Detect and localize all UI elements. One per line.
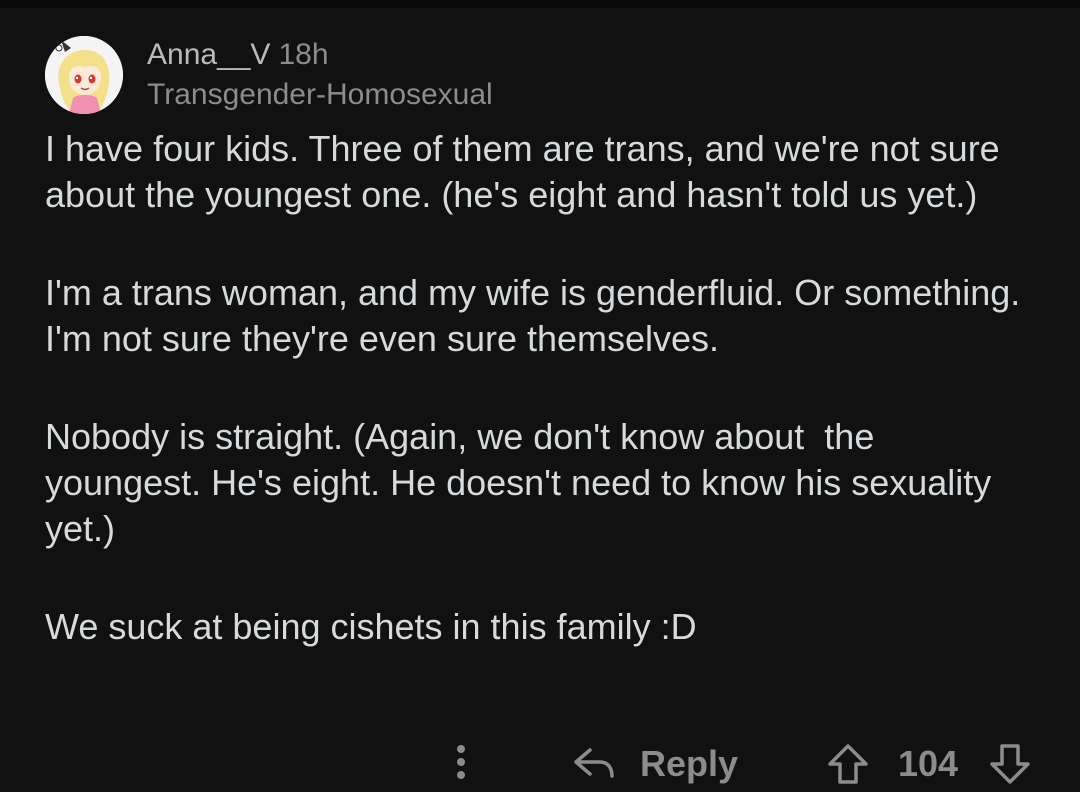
comment: Anna__V 18h Transgender-Homosexual I have… bbox=[0, 8, 1080, 790]
more-vertical-icon bbox=[457, 745, 465, 779]
reply-label: Reply bbox=[640, 743, 739, 784]
comment-paragraph: Nobody is straight. (Again, we don't kno… bbox=[45, 416, 1002, 549]
reply-arrow-icon bbox=[574, 748, 614, 778]
avatar[interactable] bbox=[45, 36, 123, 114]
upvote-arrow-icon bbox=[828, 744, 868, 784]
comment-paragraph: I have four kids. Three of them are tran… bbox=[45, 128, 1010, 215]
author-line: Anna__V 18h bbox=[147, 38, 329, 72]
more-options-button[interactable] bbox=[446, 740, 476, 784]
comment-paragraph: I'm a trans woman, and my wife is gender… bbox=[45, 272, 1031, 359]
vote-count: 104 bbox=[898, 743, 959, 784]
comment-body: I have four kids. Three of them are tran… bbox=[45, 126, 1025, 702]
downvote-button[interactable] bbox=[988, 742, 1032, 786]
upvote-button[interactable] bbox=[826, 742, 870, 786]
reply-button[interactable]: Reply bbox=[572, 736, 738, 792]
downvote-arrow-icon bbox=[990, 744, 1030, 784]
comment-paragraph: We suck at being cishets in this family … bbox=[45, 606, 697, 647]
username[interactable]: Anna__V bbox=[147, 38, 270, 71]
top-bar bbox=[0, 0, 1080, 8]
user-flair: Transgender-Homosexual bbox=[147, 78, 493, 111]
timestamp: 18h bbox=[278, 38, 329, 71]
comment-actions: Reply 104 bbox=[0, 736, 1080, 792]
anime-avatar-icon bbox=[45, 36, 123, 114]
